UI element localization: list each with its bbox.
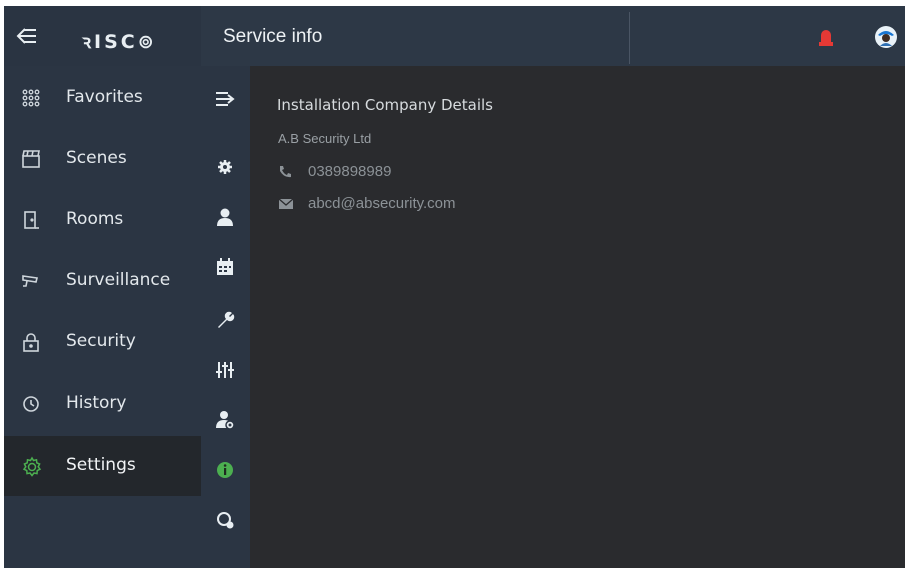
main-sidebar: ꝛISC⊚ Favorites Scenes Rooms Surveillanc…: [4, 6, 201, 568]
service-info-panel: Installation Company Details A.B Securit…: [250, 66, 905, 568]
sidebar-item-security[interactable]: Security: [4, 312, 201, 372]
risco-logo: ꝛISC⊚: [82, 31, 157, 53]
wrench-icon[interactable]: [214, 309, 236, 331]
user-settings-icon[interactable]: [214, 409, 236, 431]
sidebar-item-settings[interactable]: Settings: [4, 436, 201, 496]
app-window: ꝛISC⊚ Favorites Scenes Rooms Surveillanc…: [4, 6, 905, 568]
sidebar-item-label: Rooms: [66, 209, 124, 229]
padlock-icon: [21, 332, 41, 352]
sidebar-item-rooms[interactable]: Rooms: [4, 190, 201, 250]
email-address[interactable]: abcd@absecurity.com: [308, 195, 456, 212]
camera-icon: [21, 271, 41, 291]
phone-number[interactable]: 0389898989: [308, 163, 391, 180]
settings-subnav: [201, 66, 250, 568]
sidebar-item-favorites[interactable]: Favorites: [4, 68, 201, 128]
sidebar-item-label: Favorites: [66, 87, 143, 107]
topbar-divider: [629, 12, 630, 64]
top-bar: Service info: [201, 6, 905, 66]
page-title: Service info: [223, 26, 323, 47]
info-icon[interactable]: [214, 459, 236, 481]
clapperboard-icon: [21, 149, 41, 169]
sidebar-item-label: History: [66, 393, 127, 413]
sidebar-item-label: Scenes: [66, 148, 127, 168]
company-name: A.B Security Ltd: [278, 131, 372, 146]
phone-icon: [278, 165, 294, 179]
sidebar-item-scenes[interactable]: Scenes: [4, 129, 201, 189]
sidebar-item-label: Settings: [66, 455, 136, 475]
grid-dots-icon: [21, 88, 41, 108]
sidebar-item-surveillance[interactable]: Surveillance: [4, 251, 201, 311]
calendar-icon[interactable]: [214, 256, 236, 278]
history-icon: [21, 394, 41, 414]
back-arrow-icon[interactable]: [16, 26, 38, 46]
alarm-siren-icon[interactable]: [817, 26, 835, 48]
sliders-icon[interactable]: [214, 359, 236, 381]
diagnostics-icon[interactable]: [214, 509, 236, 531]
envelope-icon: [278, 197, 294, 211]
sidebar-item-label: Surveillance: [66, 270, 171, 290]
section-title: Installation Company Details: [277, 96, 493, 114]
sidebar-item-label: Security: [66, 331, 136, 351]
collapse-menu-icon[interactable]: [214, 88, 236, 110]
door-icon: [21, 210, 41, 230]
sidebar-item-history[interactable]: History: [4, 374, 201, 434]
user-icon[interactable]: [214, 206, 236, 228]
sidebar-header: ꝛISC⊚: [4, 6, 201, 66]
user-avatar-icon[interactable]: [873, 24, 899, 50]
gear-icon[interactable]: [214, 156, 236, 178]
gear-icon: [21, 456, 42, 477]
